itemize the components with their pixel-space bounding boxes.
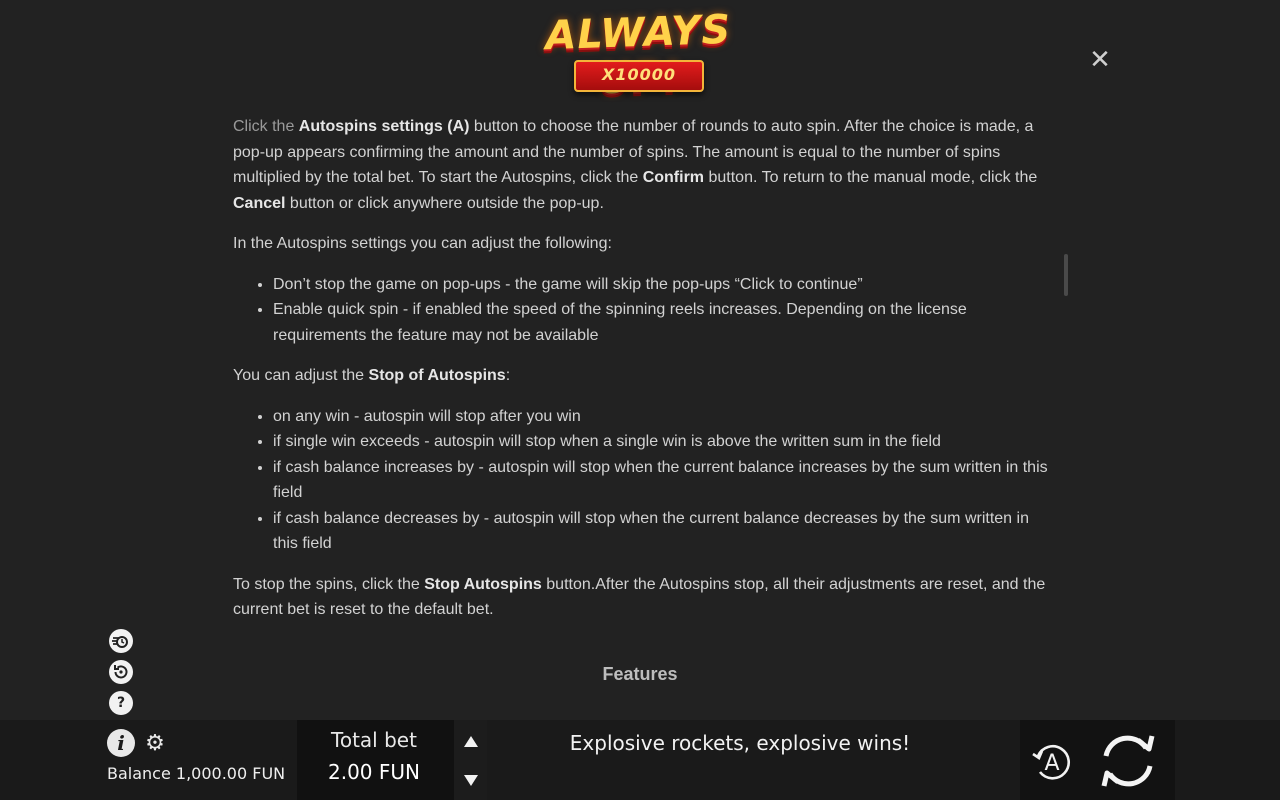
total-bet-label: Total bet: [331, 728, 417, 752]
total-bet-value: 2.00 FUN: [328, 760, 420, 784]
bet-decrease-icon[interactable]: [460, 771, 482, 789]
help-content: Click the Autospins settings (A) button …: [233, 114, 1053, 714]
list-item: Don’t stop the game on pop-ups - the gam…: [273, 272, 1053, 298]
spin-button[interactable]: [1094, 728, 1162, 794]
logo-multiplier: X10000: [602, 65, 676, 84]
autospins-intro-paragraph: Click the Autospins settings (A) button …: [233, 118, 1038, 212]
stop-autospins-paragraph: You can adjust the Stop of Autospins:: [233, 367, 511, 384]
scrollbar[interactable]: [1064, 254, 1068, 296]
bet-increase-icon[interactable]: [460, 733, 482, 751]
turbo-spin-icon[interactable]: [109, 629, 133, 653]
list-item: Enable quick spin - if enabled the speed…: [273, 297, 1053, 348]
autospins-settings-list: Don’t stop the game on pop-ups - the gam…: [233, 272, 1053, 349]
history-icon[interactable]: [109, 660, 133, 684]
logo-ribbon: X10000: [574, 60, 704, 92]
message-banner: Explosive rockets, explosive wins!: [569, 731, 911, 755]
autospins-settings-paragraph: In the Autospins settings you can adjust…: [233, 235, 612, 252]
list-item: if cash balance increases by - autospin …: [273, 455, 1053, 506]
help-icon[interactable]: ?: [109, 691, 133, 715]
close-icon[interactable]: ✕: [1086, 46, 1114, 74]
balance-label: Balance 1,000.00 FUN: [107, 764, 286, 783]
list-item: if cash balance decreases by - autospin …: [273, 506, 1053, 557]
gear-icon[interactable]: ⚙: [144, 733, 166, 755]
list-item: if single win exceeds - autospin will st…: [273, 429, 1053, 455]
info-icon[interactable]: i: [107, 729, 135, 757]
autospin-button[interactable]: A: [1028, 738, 1076, 786]
stop-conditions-list: on any win - autospin will stop after yo…: [233, 404, 1053, 557]
features-heading: Features: [602, 664, 678, 684]
stop-spins-paragraph: To stop the spins, click the Stop Autosp…: [233, 575, 1046, 619]
list-item: on any win - autospin will stop after yo…: [273, 404, 1053, 430]
autospin-label: A: [1044, 751, 1059, 776]
game-logo: ALWAYS UP! X10000: [498, 7, 780, 104]
